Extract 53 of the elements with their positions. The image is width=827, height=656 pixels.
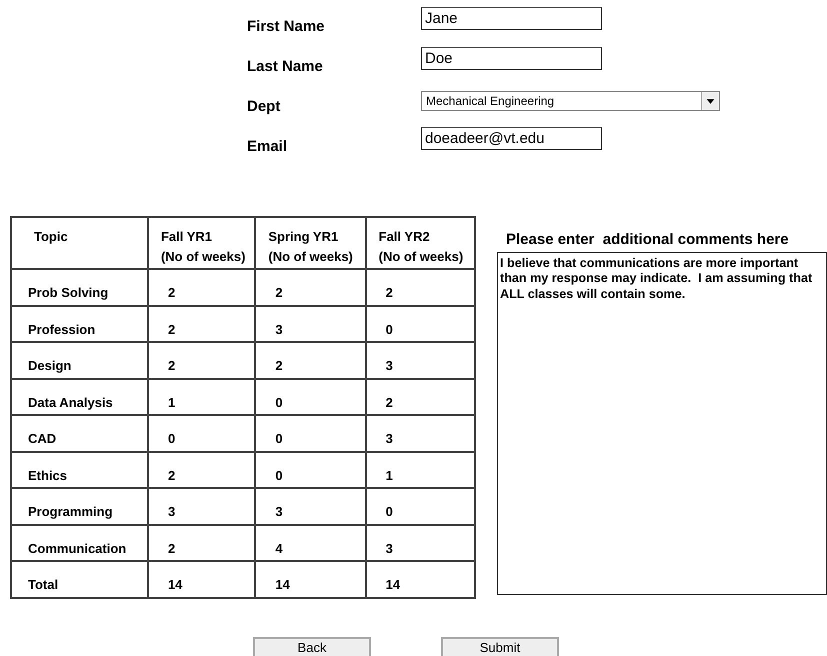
row-label: Design (11, 342, 148, 378)
caret-icon[interactable] (701, 92, 719, 110)
table-cell: 3 (255, 306, 366, 342)
table-cell: 14 (366, 561, 475, 598)
input-field[interactable]: doeadeer@vt.edu (421, 127, 602, 150)
table-cell: 2 (255, 342, 366, 378)
input-field[interactable]: Doe (421, 47, 602, 70)
row-label: Profession (11, 306, 148, 342)
table-cell: 2 (255, 269, 366, 306)
form-button[interactable]: Back (253, 636, 371, 656)
table-cell: 2 (366, 269, 475, 306)
table-cell: 3 (366, 342, 475, 378)
table-cell: 2 (148, 524, 256, 561)
table-cell: 0 (366, 306, 475, 342)
column-header: Fall YR1 (No of weeks) (148, 217, 256, 269)
table-cell: 0 (148, 415, 256, 452)
row-label: Programming (11, 488, 148, 524)
table-cell: 3 (255, 488, 366, 524)
row-label: Total (11, 561, 148, 598)
field-label: Last Name (247, 57, 324, 77)
table-cell: 2 (366, 378, 475, 415)
column-header: Topic (11, 217, 148, 269)
row-label: Data Analysis (11, 378, 148, 415)
table-cell: 0 (255, 452, 366, 488)
dropdown-field[interactable]: Mechanical Engineering (421, 91, 720, 111)
comments-heading: Please enter additional comments here (505, 230, 790, 250)
row-label: Prob Solving (11, 269, 148, 306)
table-cell: 14 (148, 561, 256, 598)
input-field[interactable]: Jane (421, 7, 602, 30)
column-header: Fall YR2 (No of weeks) (366, 217, 475, 269)
table-cell: 0 (366, 488, 475, 524)
row-label: CAD (11, 415, 148, 452)
table-cell: 14 (255, 561, 366, 598)
table-cell: 0 (255, 378, 366, 415)
field-label: First Name (247, 17, 326, 37)
field-label: Dept (247, 97, 282, 117)
table-cell: 3 (148, 488, 256, 524)
table-cell: 2 (148, 269, 256, 306)
row-label: Ethics (11, 452, 148, 488)
table-cell: 1 (366, 452, 475, 488)
table-cell: 4 (255, 524, 366, 561)
table-cell: 3 (366, 524, 475, 561)
table-cell: 3 (366, 415, 475, 452)
row-label: Communication (11, 524, 148, 561)
column-header: Spring YR1 (No of weeks) (255, 217, 366, 269)
table-cell: 0 (255, 415, 366, 452)
comment-box[interactable]: I believe that communications are more important than my response may indicate. I am assuming that ALL classes will contain some. (497, 252, 827, 594)
table-cell: 1 (148, 378, 256, 415)
field-label: Email (247, 137, 288, 157)
table-cell: 2 (148, 342, 256, 378)
table-cell: 2 (148, 306, 256, 342)
table-cell: 2 (148, 452, 256, 488)
form-button[interactable]: Submit (441, 636, 559, 656)
